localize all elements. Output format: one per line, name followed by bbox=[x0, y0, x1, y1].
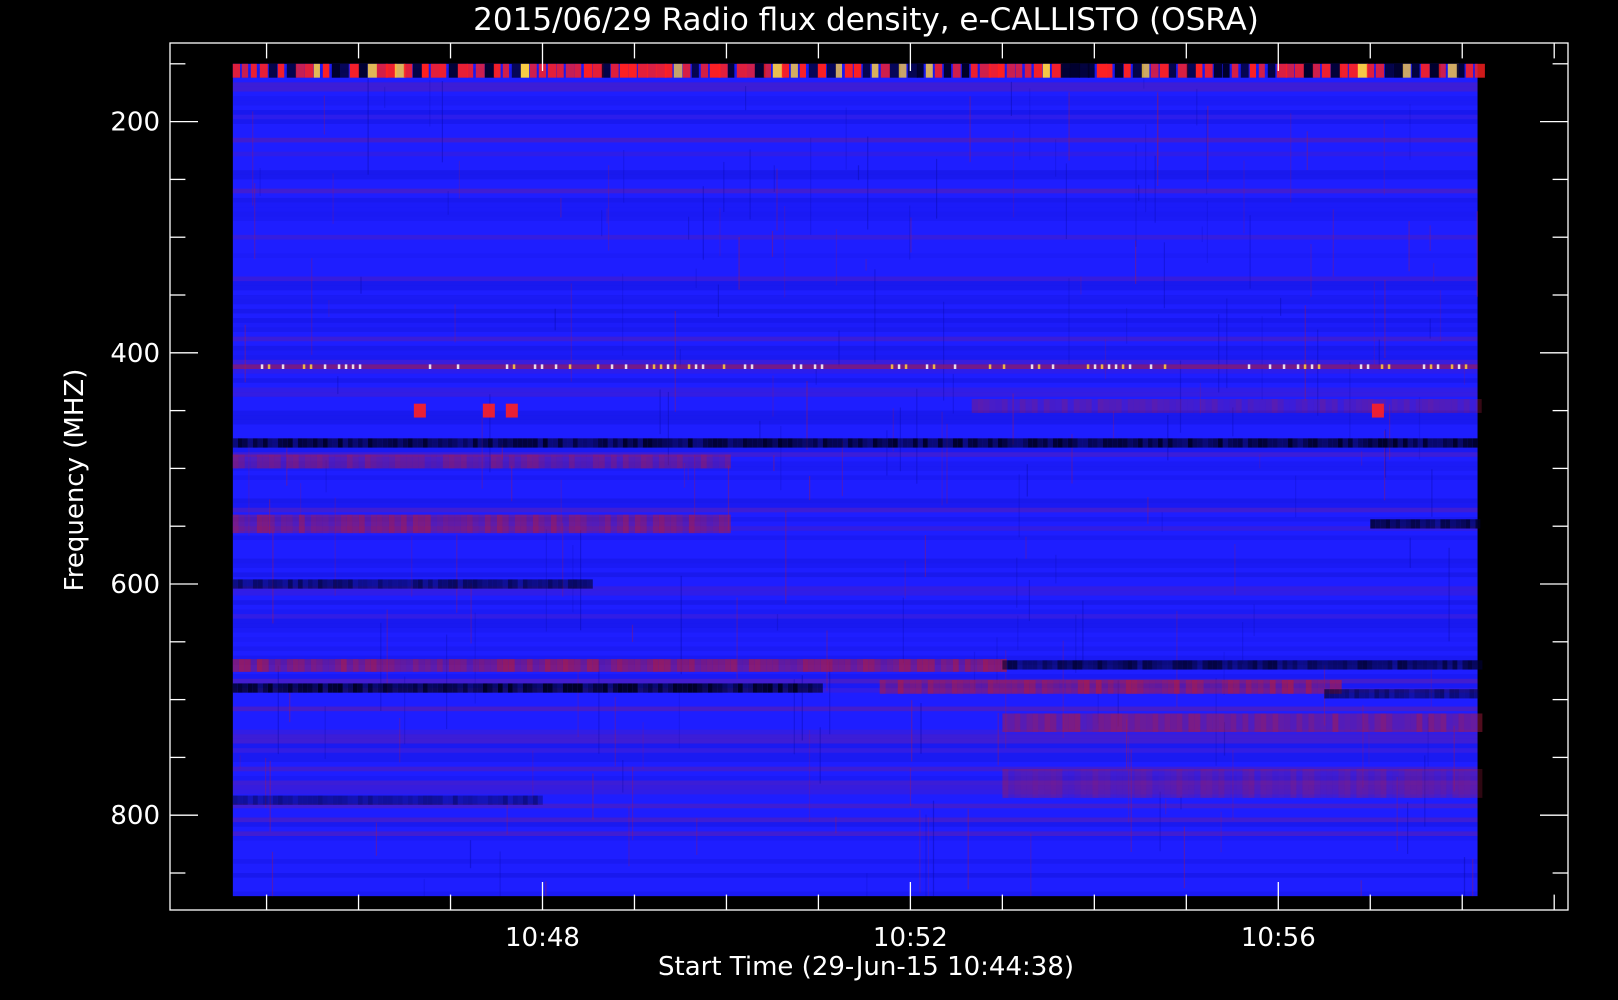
y-tick-label: 600 bbox=[110, 570, 160, 600]
interference-line bbox=[232, 364, 1478, 369]
red-band bbox=[1002, 713, 1483, 732]
dark-line bbox=[232, 795, 543, 805]
burst-spot bbox=[413, 403, 426, 418]
red-band bbox=[1002, 768, 1483, 798]
dark-line bbox=[232, 683, 823, 693]
x-tick-label: 10:52 bbox=[873, 923, 948, 953]
red-band bbox=[232, 659, 1007, 672]
red-band bbox=[879, 679, 1342, 694]
chart-title: 2015/06/29 Radio flux density, e-CALLIST… bbox=[473, 2, 1259, 38]
dark-line bbox=[1002, 660, 1483, 670]
y-tick-label: 200 bbox=[110, 108, 160, 138]
red-band bbox=[971, 399, 1482, 413]
heatmap bbox=[232, 63, 1485, 897]
y-tick-label: 400 bbox=[110, 339, 160, 369]
spectrogram-chart: 10:48 10:52 10:56 200 400 600 800 2015/06/29 R… bbox=[0, 0, 1618, 1000]
x-tick-label: 10:48 bbox=[505, 923, 580, 953]
red-band bbox=[232, 514, 731, 534]
red-band bbox=[232, 454, 731, 469]
burst-spot bbox=[505, 403, 518, 418]
top-flicker-band bbox=[232, 63, 1485, 78]
dark-line bbox=[232, 438, 1478, 448]
y-axis-label: Frequency (MHZ) bbox=[60, 369, 90, 592]
y-tick-label: 800 bbox=[110, 801, 160, 831]
x-axis-label: Start Time (29-Jun-15 10:44:38) bbox=[658, 952, 1074, 982]
burst-spot bbox=[1371, 403, 1384, 418]
dark-line bbox=[1370, 519, 1481, 529]
x-tick-label: 10:56 bbox=[1241, 923, 1316, 953]
dark-line bbox=[232, 579, 593, 589]
dark-line bbox=[1324, 689, 1480, 699]
burst-spot bbox=[482, 403, 495, 418]
